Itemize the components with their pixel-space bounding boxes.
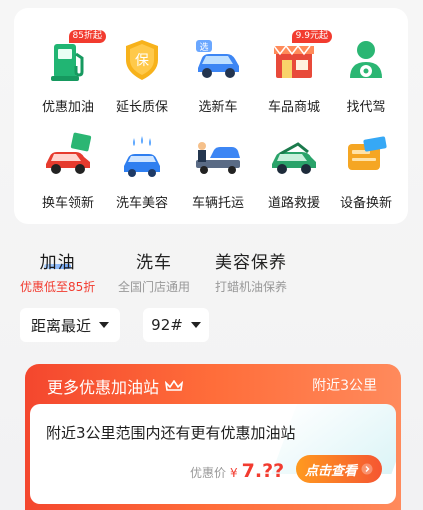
- price-value: 7.??: [241, 460, 285, 482]
- service-tow[interactable]: 车辆托运: [178, 120, 258, 212]
- price-currency: ¥: [230, 466, 238, 480]
- service-label: 选新车: [198, 100, 238, 115]
- promo-header: 更多优惠加油站: [47, 374, 184, 398]
- shop-icon: 9.9元起: [268, 30, 332, 86]
- service-car-wash[interactable]: 洗车美容: [102, 120, 182, 212]
- tab-title: 美容保养: [215, 253, 287, 273]
- service-car-trade[interactable]: 换车领新: [28, 120, 108, 212]
- cta-label: 点击查看: [304, 463, 357, 479]
- promo-title: 更多优惠加油站: [47, 378, 160, 397]
- service-label: 延长质保: [115, 100, 168, 115]
- car-trade-icon: [42, 130, 94, 182]
- tab-beauty-maintenance[interactable]: 美容保养 打蜡机油保养: [215, 248, 287, 295]
- service-new-car[interactable]: 选 选新车: [178, 24, 258, 116]
- svg-text:选: 选: [199, 41, 208, 53]
- tab-fuel[interactable]: 加油 优惠低至85折: [20, 248, 95, 295]
- tab-title: 洗车: [136, 253, 172, 273]
- promo-content: 附近3公里范围内还有更有优惠加油站 优惠价 ¥ 7.?? 点击查看: [30, 404, 396, 504]
- service-label: 洗车美容: [115, 196, 168, 211]
- sort-label: 距离最近: [30, 316, 91, 335]
- promo-description: 附近3公里范围内还有更有优惠加油站: [46, 424, 296, 442]
- service-label: 车品商城: [267, 100, 320, 115]
- services-grid: 85折起 优惠加油 保 延长质保 选 选新车 9.9元起 车品商城 找代驾 换车…: [14, 8, 408, 224]
- warranty-shield-icon: 保: [116, 34, 168, 86]
- service-label: 设备换新: [339, 196, 392, 211]
- fuel-discount-badge: 85折起: [68, 30, 106, 43]
- view-more-button[interactable]: 点击查看: [296, 455, 382, 483]
- category-tabs: 加油 优惠低至85折 洗车 全国门店通用 美容保养 打蜡机油保养: [0, 248, 423, 298]
- service-label: 找代驾: [346, 100, 386, 115]
- car-wash-icon: [116, 130, 168, 182]
- sort-dropdown[interactable]: 距离最近: [20, 308, 120, 342]
- service-label: 换车领新: [41, 196, 94, 211]
- tab-subtitle: 打蜡机油保养: [215, 280, 288, 294]
- device-card-icon: [340, 130, 392, 182]
- road-rescue-icon: [268, 130, 320, 182]
- chevron-right-icon: [361, 463, 373, 475]
- service-road-rescue[interactable]: 道路救援: [254, 120, 334, 212]
- svg-text:保: 保: [135, 53, 149, 69]
- service-label: 车辆托运: [191, 196, 244, 211]
- tab-car-wash[interactable]: 洗车 全国门店通用: [118, 248, 190, 295]
- service-warranty[interactable]: 保 延长质保: [102, 24, 182, 116]
- service-device[interactable]: 设备换新: [326, 120, 406, 212]
- tab-subtitle: 全国门店通用: [118, 280, 191, 294]
- service-shop[interactable]: 9.9元起 车品商城: [254, 24, 334, 116]
- fuel-grade-label: 92#: [151, 316, 183, 334]
- chevron-down-icon: [190, 322, 201, 328]
- tab-subtitle: 优惠低至85折: [20, 280, 96, 294]
- tab-title: 加油: [39, 253, 76, 273]
- price-label: 优惠价: [190, 466, 227, 480]
- service-label: 优惠加油: [41, 100, 94, 115]
- fuel-pump-icon: 85折起: [42, 30, 106, 86]
- crown-icon: [165, 380, 184, 391]
- service-fuel[interactable]: 85折起 优惠加油: [28, 24, 108, 116]
- promo-price: 优惠价 ¥ 7.??: [190, 460, 284, 482]
- promo-distance: 附近3公里: [312, 378, 377, 394]
- service-driver[interactable]: 找代驾: [326, 24, 406, 116]
- service-label: 道路救援: [267, 196, 320, 211]
- fuel-grade-dropdown[interactable]: 92#: [143, 308, 209, 342]
- more-stations-card: 更多优惠加油站 附近3公里 附近3公里范围内还有更有优惠加油站 优惠价 ¥ 7.…: [25, 364, 401, 510]
- tow-truck-icon: [192, 130, 244, 182]
- driver-icon: [340, 34, 392, 86]
- new-car-icon: 选: [192, 34, 244, 86]
- chevron-down-icon: [99, 322, 109, 328]
